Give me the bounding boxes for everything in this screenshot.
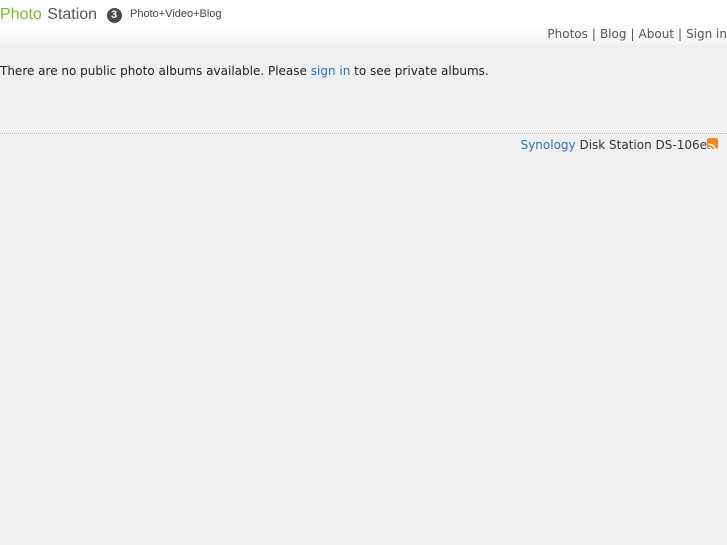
footer-divider [0, 133, 727, 134]
rss-icon-graphic [708, 143, 717, 152]
version-badge-icon: 3 [106, 8, 122, 23]
nav-about-link[interactable]: About [639, 27, 674, 41]
message-text-before: There are no public photo albums availab… [0, 64, 311, 78]
no-albums-message: There are no public photo albums availab… [0, 64, 489, 78]
top-navigation: Photos | Blog | About | Sign in [547, 27, 727, 41]
nav-sign-in-link[interactable]: Sign in [686, 27, 727, 41]
synology-link[interactable]: Synology [521, 138, 576, 152]
device-model-text: Disk Station DS-106e [575, 138, 707, 152]
header-bar: Photo Station 3 Photo+Video+Blog Photo S… [0, 0, 727, 45]
nav-photos-link[interactable]: Photos [547, 27, 587, 41]
logo-tagline: Photo+Video+Blog [129, 8, 222, 20]
nav-separator: | [678, 27, 683, 41]
nav-separator: | [630, 27, 635, 41]
footer: Synology Disk Station DS-106e [521, 138, 707, 152]
message-text-after: to see private albums. [350, 64, 489, 78]
logo-reflection: Photo Station [0, 18, 97, 24]
sign-in-link[interactable]: sign in [311, 64, 351, 78]
nav-separator: | [591, 27, 596, 41]
rss-icon[interactable] [707, 138, 718, 152]
nav-blog-link[interactable]: Blog [600, 27, 627, 41]
